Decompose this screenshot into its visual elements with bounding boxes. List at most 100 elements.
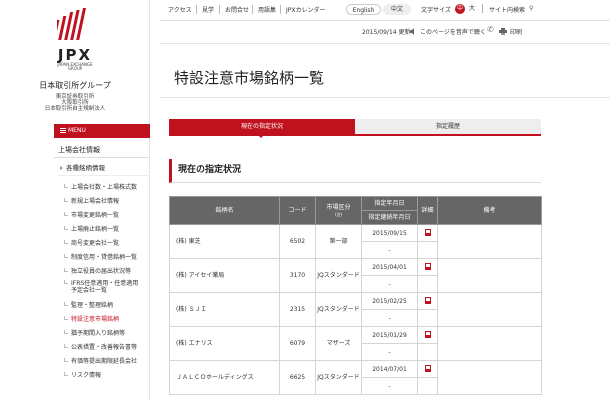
sidebar-item[interactable]: 監理・整理銘柄 (64, 302, 150, 309)
detail-cell (417, 275, 438, 293)
sidebar-item[interactable]: 制度信用・貸借銘柄一覧 (64, 254, 150, 261)
group-name: 日本取引所グループ (39, 81, 111, 90)
lang-english-button[interactable]: English (346, 4, 381, 15)
bullet-icon (64, 316, 68, 320)
sidebar-item[interactable]: 新規上場会社情報 (64, 198, 150, 205)
designation-date: 2015/09/15 (361, 224, 418, 242)
market: JQスタンダード (315, 292, 362, 327)
nav-link-calendar[interactable]: JPXカレンダー (280, 5, 326, 14)
stock-code: 2315 (279, 292, 316, 327)
bullet-icon (64, 184, 68, 188)
remarks (437, 360, 542, 395)
lang-chinese-button[interactable]: 中文 (383, 4, 411, 15)
sidebar-section-listed-company-info[interactable]: 上場会社情報 (54, 142, 150, 158)
stock-name: (株) ＳＪＩ (169, 292, 280, 327)
continued-date: - (361, 343, 418, 361)
detail-cell (417, 258, 438, 276)
sidebar-item-active[interactable]: 特設注意市場銘柄 (64, 316, 150, 323)
jpx-logo[interactable]: JPX JAPAN EXCHANGE GROUP 日本取引所グループ 東京証券取引… (0, 0, 150, 120)
menu-icon (60, 128, 66, 133)
pdf-icon[interactable] (424, 330, 431, 338)
read-aloud-link[interactable]: このページを音声で聴く (420, 27, 486, 36)
triangle-right-icon (60, 166, 63, 170)
text-size-label: 文字サイズ (421, 7, 451, 14)
nav-link-tour[interactable]: 見学 (196, 5, 214, 14)
pdf-icon[interactable] (424, 262, 431, 270)
header-designation-date: 指定年月日 (361, 196, 418, 211)
sidebar-item[interactable]: 上場廃止銘柄一覧 (64, 226, 150, 233)
sidebar-item[interactable]: 独立役員の届出状況等 (64, 268, 150, 275)
pdf-icon[interactable] (424, 364, 431, 372)
sidebar-subsection-stock-info[interactable]: 各種銘柄情報 (58, 160, 150, 176)
tab-history[interactable]: 指定履歴 (355, 119, 541, 134)
stock-code: 6625 (279, 360, 316, 395)
text-size-large-button[interactable]: 大 (467, 4, 477, 14)
stock-name: ＪＡＬＣＯホールディングス (169, 360, 280, 395)
divider (160, 97, 610, 98)
divider (160, 43, 610, 44)
exchange-name: 日本取引所自主規制法人 (44, 106, 106, 112)
detail-cell (417, 326, 438, 344)
designated-stocks-table: 銘柄名 コード 市場区分 (注) 指定年月日 詳細 備考 指定継続年月日 (株) … (169, 196, 542, 395)
search-icon[interactable]: ⚲ (529, 5, 533, 12)
header-name: 銘柄名 (169, 196, 280, 225)
sidebar-item[interactable]: 公表措置・改善報告書等 (64, 344, 150, 351)
sidebar: JPX JAPAN EXCHANGE GROUP 日本取引所グループ 東京証券取引… (0, 0, 150, 400)
table-row: (株) エナリス 6079 マザーズ 2015/01/29 (169, 326, 542, 361)
stock-code: 6502 (279, 224, 316, 259)
designation-date: 2015/01/29 (361, 326, 418, 344)
sidebar-item[interactable]: 商号変更会社一覧 (64, 240, 150, 247)
tab-underline (169, 134, 541, 136)
bullet-icon (64, 240, 68, 244)
sidebar-item[interactable]: 有価等提出期限延長会社 (64, 358, 150, 365)
page-title: 特設注意市場銘柄一覧 (174, 69, 325, 87)
bullet-icon (64, 330, 68, 334)
sidebar-item[interactable]: 市場変更銘柄一覧 (64, 212, 150, 219)
bullet-icon (64, 372, 68, 376)
bullet-icon (64, 226, 68, 230)
site-search-link[interactable]: サイト内検索 (489, 5, 525, 14)
speech-icon[interactable]: ✆ (487, 25, 494, 34)
designation-date: 2015/02/25 (361, 292, 418, 310)
nav-link-glossary[interactable]: 用語集 (252, 5, 276, 14)
sidebar-item[interactable]: リスク情報 (64, 372, 150, 379)
pdf-icon[interactable] (424, 296, 431, 304)
detail-cell (417, 360, 438, 378)
nav-link-access[interactable]: アクセス (168, 5, 192, 14)
stock-code: 3170 (279, 258, 316, 293)
menu-bar[interactable]: MENU (54, 124, 150, 138)
table-row: ＪＡＬＣＯホールディングス 6625 JQスタンダード 2014/07/01 (169, 360, 542, 395)
designation-date: 2014/07/01 (361, 360, 418, 378)
detail-cell (417, 224, 438, 242)
print-link[interactable]: 印刷 (510, 27, 522, 36)
updated-date: 2015/09/14 更新 (362, 29, 411, 36)
divider: | (481, 4, 485, 14)
detail-cell (417, 377, 438, 395)
speaker-icon[interactable] (410, 28, 417, 35)
detail-cell (417, 292, 438, 310)
remarks (437, 326, 542, 361)
market: マザーズ (315, 326, 362, 361)
table-row: (株) 東芝 6502 第一部 2015/09/15 (169, 224, 542, 259)
pdf-icon[interactable] (424, 228, 431, 236)
header-market: 市場区分 (注) (315, 196, 362, 225)
sidebar-item[interactable]: IFRS任意適用・任意適用 予定会社一覧 (64, 280, 150, 294)
bullet-icon (64, 212, 68, 216)
text-size-medium-button[interactable]: 中 (455, 4, 465, 14)
sidebar-item[interactable]: 猶予期間入り銘柄等 (64, 330, 150, 337)
bullet-icon (64, 280, 68, 284)
sidebar-item[interactable]: 上場会社数・上場株式数 (64, 184, 150, 191)
stock-name: (株) エナリス (169, 326, 280, 361)
market: JQスタンダード (315, 360, 362, 395)
bullet-icon (64, 302, 68, 306)
printer-icon[interactable] (499, 28, 507, 35)
tab-current-status[interactable]: 現在の指定状況 (169, 119, 355, 138)
designation-date: 2015/04/01 (361, 258, 418, 276)
continued-date: - (361, 275, 418, 293)
market: 第一部 (315, 224, 362, 259)
remarks (437, 258, 542, 293)
table-row: (株) ＳＪＩ 2315 JQスタンダード 2015/02/25 (169, 292, 542, 327)
bullet-icon (64, 358, 68, 362)
nav-link-contact[interactable]: お問合せ (219, 5, 249, 14)
header-remarks: 備考 (437, 196, 542, 225)
